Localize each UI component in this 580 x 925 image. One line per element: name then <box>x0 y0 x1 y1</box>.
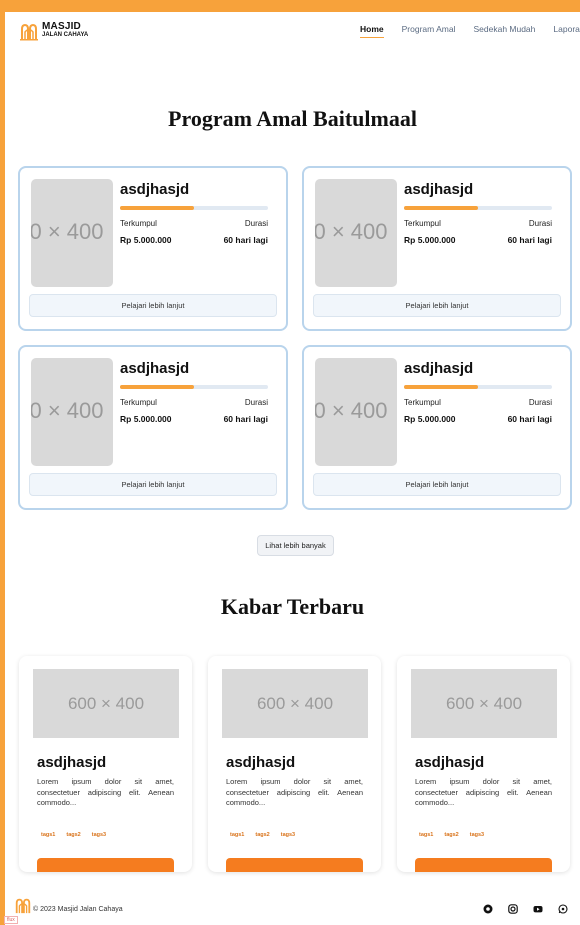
github-icon[interactable] <box>482 903 494 915</box>
program-title: asdjhasjd <box>404 181 474 198</box>
duration-label: Durasi <box>528 398 552 407</box>
footer-copyright: © 2023 Masjid Jalan Cahaya <box>33 906 123 913</box>
news-title: asdjhasjd <box>226 754 296 771</box>
program-progress-fill <box>404 206 478 210</box>
image-placeholder-text: 600 × 400 <box>31 219 104 244</box>
program-image-placeholder: 600 × 400 <box>315 358 397 466</box>
program-card: 600 × 400 asdjhasjd Terkumpul Durasi Rp … <box>18 166 288 331</box>
news-tag[interactable]: tags3 <box>92 832 106 838</box>
news-tag[interactable]: tags2 <box>66 832 80 838</box>
nav-program-amal[interactable]: Program Amal <box>402 24 456 34</box>
news-tags: tags1 tags2 tags3 <box>41 832 117 838</box>
main-nav: Home Program Amal Sedekah Mudah Laporan <box>360 24 580 38</box>
news-tag[interactable]: tags1 <box>230 832 244 838</box>
see-more-button[interactable]: Lihat lebih banyak <box>257 535 334 556</box>
image-placeholder-text: 600 × 400 <box>315 219 388 244</box>
corner-badge: flux <box>4 916 18 924</box>
program-card: 600 × 400 asdjhasjd Terkumpul Durasi Rp … <box>302 345 572 510</box>
learn-more-button[interactable]: Pelajari lebih lanjut <box>313 294 561 317</box>
learn-more-button[interactable]: Pelajari lebih lanjut <box>29 473 277 496</box>
duration-value: 60 hari lagi <box>507 235 552 245</box>
collected-label: Terkumpul <box>404 398 441 407</box>
news-image-placeholder: 600 × 400 <box>411 669 557 738</box>
program-image-placeholder: 600 × 400 <box>315 179 397 287</box>
logo-subtitle: JALAN CAHAYA <box>42 32 89 38</box>
program-progress-bar <box>404 385 552 389</box>
nav-home[interactable]: Home <box>360 24 384 38</box>
program-progress-bar <box>120 206 268 210</box>
program-progress-fill <box>120 206 194 210</box>
news-excerpt: Lorem ipsum dolor sit amet, consectetuer… <box>37 777 174 807</box>
program-progress-bar <box>404 206 552 210</box>
program-title: asdjhasjd <box>404 360 474 377</box>
program-card: 600 × 400 asdjhasjd Terkumpul Durasi Rp … <box>302 166 572 331</box>
image-placeholder-text: 600 × 400 <box>31 398 104 423</box>
news-title: asdjhasjd <box>415 754 485 771</box>
news-tag[interactable]: tags1 <box>419 832 433 838</box>
site-header: MASJID JALAN CAHAYA Home Program Amal Se… <box>5 12 580 50</box>
news-card: 600 × 400 asdjhasjd Lorem ipsum dolor si… <box>19 656 192 872</box>
news-image-placeholder: 600 × 400 <box>222 669 368 738</box>
program-image-placeholder: 600 × 400 <box>31 358 113 466</box>
top-accent-bar <box>0 0 580 12</box>
program-section-title: Program Amal Baitulmaal <box>168 106 417 131</box>
news-title: asdjhasjd <box>37 754 107 771</box>
news-read-button[interactable] <box>37 858 174 872</box>
site-logo[interactable]: MASJID JALAN CAHAYA <box>19 21 88 41</box>
news-read-button[interactable] <box>415 858 552 872</box>
learn-more-button[interactable]: Pelajari lebih lanjut <box>29 294 277 317</box>
duration-value: 60 hari lagi <box>223 235 268 245</box>
duration-label: Durasi <box>244 398 268 407</box>
youtube-icon[interactable] <box>532 903 544 915</box>
collected-label: Terkumpul <box>404 219 441 228</box>
news-tag[interactable]: tags3 <box>281 832 295 838</box>
news-excerpt: Lorem ipsum dolor sit amet, consectetuer… <box>226 777 363 807</box>
news-tags: tags1 tags2 tags3 <box>230 832 306 838</box>
news-tags: tags1 tags2 tags3 <box>419 832 495 838</box>
left-accent-bar <box>0 0 5 925</box>
nav-laporan[interactable]: Laporan <box>553 24 580 34</box>
duration-value: 60 hari lagi <box>223 414 268 424</box>
news-card: 600 × 400 asdjhasjd Lorem ipsum dolor si… <box>208 656 381 872</box>
news-excerpt: Lorem ipsum dolor sit amet, consectetuer… <box>415 777 552 807</box>
collected-label: Terkumpul <box>120 219 157 228</box>
instagram-icon[interactable] <box>507 903 519 915</box>
news-image-placeholder: 600 × 400 <box>33 669 179 738</box>
program-title: asdjhasjd <box>120 360 190 377</box>
news-tag[interactable]: tags3 <box>470 832 484 838</box>
program-progress-fill <box>404 385 478 389</box>
image-placeholder-text: 600 × 400 <box>315 398 388 423</box>
collected-value: Rp 5.000.000 <box>120 414 172 424</box>
footer-mosque-logo-icon[interactable] <box>14 896 32 914</box>
collected-label: Terkumpul <box>120 398 157 407</box>
duration-value: 60 hari lagi <box>507 414 552 424</box>
nav-sedekah-mudah[interactable]: Sedekah Mudah <box>473 24 535 34</box>
collected-value: Rp 5.000.000 <box>404 414 456 424</box>
whatsapp-icon[interactable] <box>557 903 569 915</box>
collected-value: Rp 5.000.000 <box>404 235 456 245</box>
logo-title: MASJID <box>42 21 81 32</box>
news-tag[interactable]: tags2 <box>444 832 458 838</box>
learn-more-button[interactable]: Pelajari lebih lanjut <box>313 473 561 496</box>
news-read-button[interactable] <box>226 858 363 872</box>
mosque-logo-icon <box>20 23 38 41</box>
program-title: asdjhasjd <box>120 181 190 198</box>
program-card: 600 × 400 asdjhasjd Terkumpul Durasi Rp … <box>18 345 288 510</box>
news-card: 600 × 400 asdjhasjd Lorem ipsum dolor si… <box>397 656 570 872</box>
news-section-title: Kabar Terbaru <box>220 594 365 619</box>
news-tag[interactable]: tags1 <box>41 832 55 838</box>
program-progress-fill <box>120 385 194 389</box>
duration-label: Durasi <box>528 219 552 228</box>
program-image-placeholder: 600 × 400 <box>31 179 113 287</box>
news-tag[interactable]: tags2 <box>255 832 269 838</box>
duration-label: Durasi <box>244 219 268 228</box>
program-progress-bar <box>120 385 268 389</box>
collected-value: Rp 5.000.000 <box>120 235 172 245</box>
